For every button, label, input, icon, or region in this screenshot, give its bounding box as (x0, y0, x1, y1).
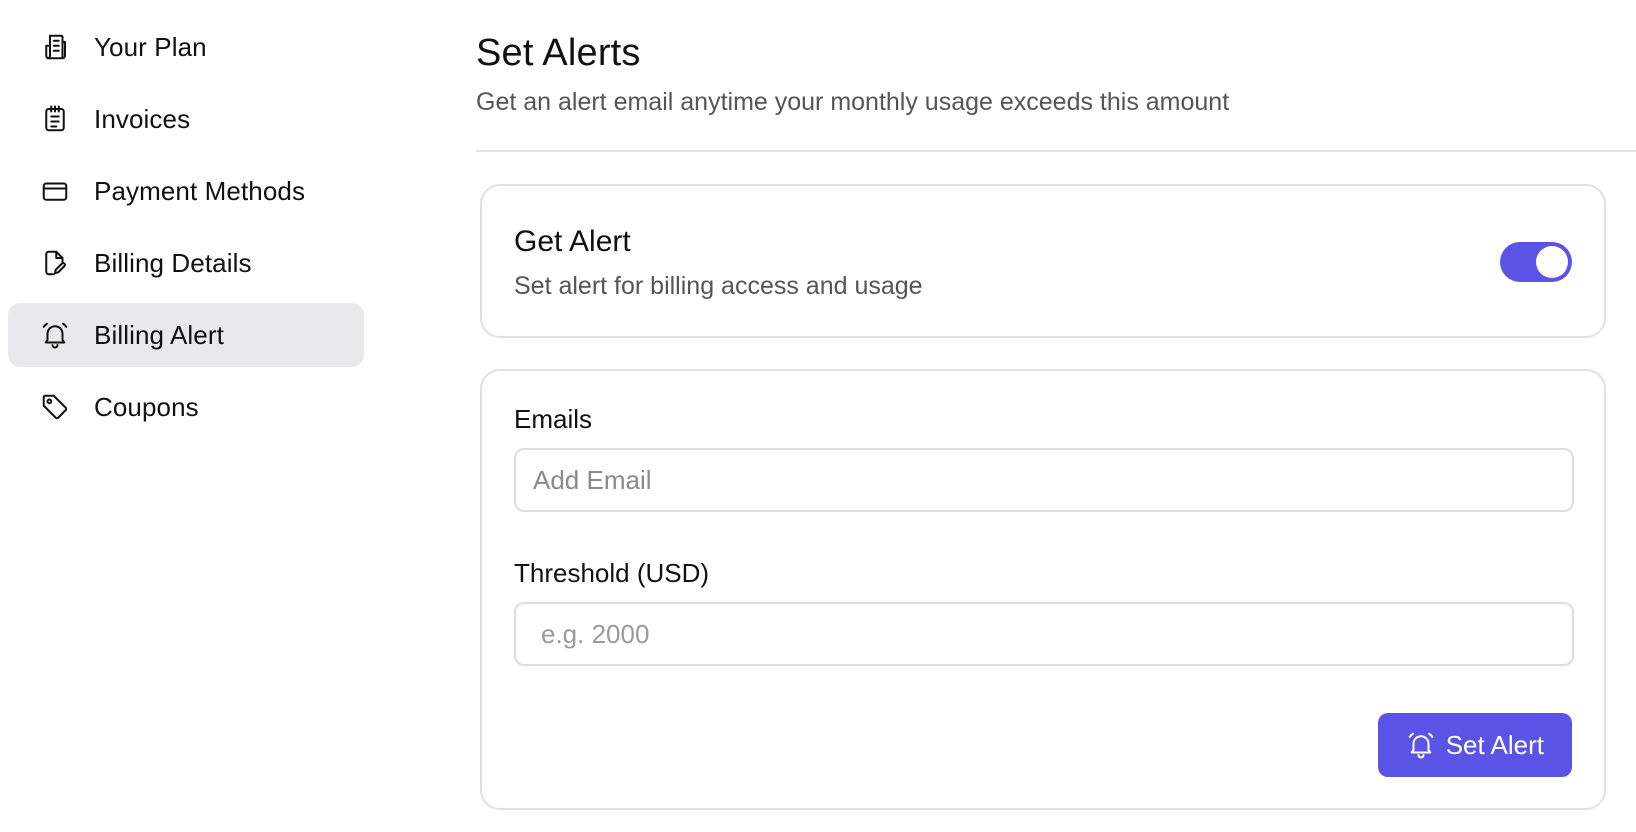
sidebar-item-coupons[interactable]: Coupons (8, 375, 364, 439)
page-title: Set Alerts (476, 32, 641, 74)
sidebar-item-payment-methods[interactable]: Payment Methods (8, 159, 364, 223)
clipboard-list-icon (40, 104, 70, 134)
sidebar-item-invoices[interactable]: Invoices (8, 87, 364, 151)
sidebar-item-label: Coupons (94, 391, 199, 422)
sidebar-item-label: Your Plan (94, 31, 207, 62)
alert-toggle-description: Set alert for billing access and usage (514, 272, 923, 300)
credit-card-icon (40, 176, 70, 206)
alert-toggle-card: Get Alert Set alert for billing access a… (480, 184, 1606, 338)
document-stack-icon (40, 32, 70, 62)
file-edit-icon (40, 248, 70, 278)
alert-form-card: Emails Threshold (USD) Set Alert (480, 369, 1606, 810)
sidebar-item-your-plan[interactable]: Your Plan (8, 15, 364, 79)
page-header: Set Alerts Get an alert email anytime yo… (476, 28, 1636, 118)
page-subtitle: Get an alert email anytime your monthly … (476, 88, 1230, 116)
bell-ringing-icon (1406, 730, 1436, 760)
set-alert-button[interactable]: Set Alert (1377, 713, 1572, 777)
set-alert-label: Set Alert (1445, 729, 1544, 760)
email-field[interactable] (514, 448, 1574, 512)
alert-toggle-title: Get Alert (514, 225, 631, 258)
sidebar-item-label: Billing Details (94, 247, 252, 278)
sidebar-item-label: Billing Alert (94, 319, 224, 350)
get-alert-toggle[interactable] (1500, 242, 1572, 282)
bell-ringing-icon (40, 320, 70, 350)
toggle-knob (1536, 246, 1568, 278)
tag-icon (40, 392, 70, 422)
threshold-label: Threshold (USD) (514, 558, 710, 588)
sidebar-item-billing-details[interactable]: Billing Details (8, 231, 364, 295)
sidebar-item-label: Payment Methods (94, 175, 306, 206)
sidebar: Your Plan Invoices Payment Methods Billi… (8, 15, 364, 447)
sidebar-item-billing-alert[interactable]: Billing Alert (8, 303, 364, 367)
header-divider (476, 150, 1636, 152)
threshold-input[interactable] (514, 602, 1574, 666)
emails-label: Emails (514, 404, 593, 434)
sidebar-item-label: Invoices (94, 103, 191, 134)
